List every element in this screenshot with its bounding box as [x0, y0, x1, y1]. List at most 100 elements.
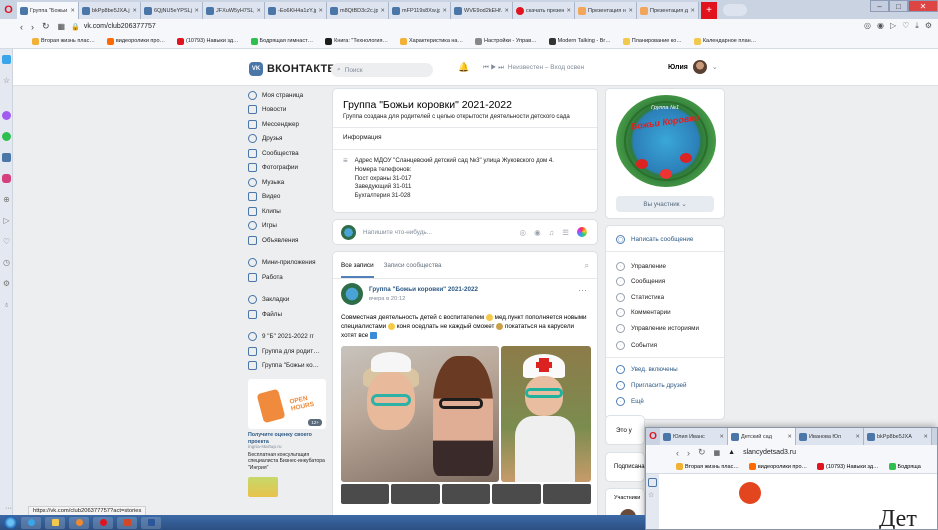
browser-tab[interactable]: 6QjNU5eYPSLjp…✕	[141, 2, 203, 19]
vk-search-input[interactable]: ⌕ Поиск	[331, 63, 433, 77]
play-icon[interactable]: ▷	[890, 21, 896, 31]
write-message-button[interactable]: ◯ Написать сообщение	[616, 235, 693, 244]
browser-tab[interactable]: bkPp8be5JXA ✕	[864, 428, 932, 445]
browser-tab[interactable]: Презентация на ✕	[575, 2, 637, 19]
browser-tab[interactable]: Детский сад ✕	[728, 428, 796, 445]
sidebar-item[interactable]: Друзья	[248, 132, 330, 147]
extensions-icon[interactable]: ⚙	[925, 21, 932, 31]
close-tab-icon[interactable]: ✕	[442, 8, 447, 14]
bookmark-item[interactable]: Вторая жизнь плас…	[676, 463, 739, 470]
bookmark-item[interactable]: Характеристика на…	[399, 37, 463, 45]
sidebar-item[interactable]: Закладки	[248, 293, 330, 308]
post-composer[interactable]: Напишите что-нибудь... ◎ ◉ ♫ ☰	[332, 219, 598, 245]
close-window-icon[interactable]: ✕	[908, 0, 938, 12]
flow-sidebar-icon[interactable]: ▷	[0, 210, 13, 231]
opera-menu-icon[interactable]: O	[646, 428, 660, 445]
bookmark-item[interactable]: видеоролики про…	[748, 463, 807, 470]
sidebar-item[interactable]: Клипы	[248, 204, 330, 219]
browser-tab[interactable]: Юлия Иванс ✕	[660, 428, 728, 445]
taskbar-word-icon[interactable]	[141, 516, 161, 529]
poster-icon[interactable]	[577, 227, 587, 237]
tab-all-posts[interactable]: Все записи	[341, 262, 374, 278]
sidebar-item[interactable]: Мессенджер	[248, 117, 330, 132]
settings-sidebar-icon[interactable]: ⚙	[0, 273, 13, 294]
photo-thumb[interactable]	[441, 484, 491, 504]
bookmark-item[interactable]: Бодряща	[888, 463, 921, 470]
camera-icon[interactable]: ◎	[864, 21, 871, 31]
reload-icon[interactable]: ↻	[698, 447, 706, 458]
back-icon[interactable]: ‹	[676, 448, 679, 458]
action-item[interactable]: · События	[616, 341, 657, 350]
start-button[interactable]	[4, 516, 17, 529]
sidebar-item[interactable]: 9 "Б" 2021-2022 гг	[248, 330, 330, 345]
vk-sidebar-icon[interactable]	[0, 147, 13, 168]
sidebar-ad[interactable]: OPEN HOURS 12+ Получите оценку своего пр…	[248, 379, 326, 471]
close-tab-icon[interactable]: ✕	[923, 434, 928, 440]
post-time[interactable]: вчера в 20:12	[369, 296, 405, 302]
history-icon[interactable]: ◷	[0, 252, 13, 273]
more-icon[interactable]: ···	[5, 505, 12, 512]
maximize-icon[interactable]: □	[889, 0, 908, 12]
forward-icon[interactable]: ›	[31, 22, 34, 32]
speed-dial-sidebar-icon[interactable]	[0, 49, 13, 70]
prev-track-icon[interactable]: ⏮	[483, 64, 489, 71]
action-item[interactable]: · Ещё	[616, 397, 644, 406]
play-track-icon[interactable]: ▶	[491, 64, 497, 71]
action-item[interactable]: · Сообщения	[616, 277, 665, 286]
photo-thumb[interactable]	[542, 484, 592, 504]
close-tab-icon[interactable]: ✕	[380, 8, 385, 14]
sidebar-item[interactable]: Видео	[248, 190, 330, 205]
bookmark-item[interactable]: видеоролики про…	[106, 37, 165, 45]
article-icon[interactable]: ☰	[562, 228, 569, 237]
post-author[interactable]: Группа "Божьи коровки" 2021-2022	[369, 286, 478, 293]
reload-icon[interactable]: ↻	[42, 21, 50, 32]
sidebar-item[interactable]: Группа для родит…	[248, 344, 330, 359]
minimize-icon[interactable]: –	[870, 0, 889, 12]
sidebar-item[interactable]: Объявления	[248, 233, 330, 248]
browser-tab[interactable]: -Eo6KH4a1zY.jpg✕	[265, 2, 327, 19]
lock-icon[interactable]: 🔒	[71, 23, 80, 31]
post-more-icon[interactable]: ···	[578, 285, 587, 295]
bookmark-item[interactable]: Книга: "Технология…	[325, 37, 388, 45]
next-track-icon[interactable]: ⏭	[498, 64, 504, 71]
members-label[interactable]: Участники	[614, 495, 640, 501]
action-item[interactable]: · Статистика	[616, 293, 664, 302]
close-tab-icon[interactable]: ✕	[132, 8, 137, 14]
video-icon[interactable]: ◉	[534, 228, 541, 237]
music-icon[interactable]: ♫	[549, 228, 555, 237]
member-button[interactable]: Вы участник ⌄	[616, 196, 714, 212]
new-tab-button[interactable]: +	[701, 2, 717, 19]
photo-thumb[interactable]	[341, 484, 390, 504]
taskbar-powerpoint-icon[interactable]	[117, 516, 137, 529]
post-input[interactable]: Напишите что-нибудь...	[363, 229, 432, 236]
action-item[interactable]: · Комментарии	[616, 308, 671, 317]
close-tab-icon[interactable]: ✕	[628, 8, 633, 14]
post-photo-1[interactable]	[341, 346, 499, 482]
user-menu[interactable]: Юлия ⌄	[668, 60, 718, 74]
heart-icon[interactable]: ♡	[902, 21, 909, 31]
sidebar-item[interactable]: Музыка	[248, 175, 330, 190]
sidebar-item[interactable]: Мини-приложения	[248, 256, 330, 271]
action-item[interactable]: · Управление историями	[616, 324, 699, 333]
whatsapp-sidebar-icon[interactable]	[0, 126, 13, 147]
close-tab-icon[interactable]: ✕	[566, 8, 571, 14]
pin-sidebar-icon[interactable]: ♁	[0, 294, 13, 315]
browser-tab[interactable]: Иванова Юл ✕	[796, 428, 864, 445]
followers-label[interactable]: Подписана	[614, 464, 645, 470]
sidebar-item[interactable]: Моя страница	[248, 88, 330, 103]
close-tab-icon[interactable]: ✕	[719, 434, 724, 440]
vk-logo[interactable]: VK ВКОНТАКТЕ	[249, 62, 335, 76]
close-tab-icon[interactable]: ✕	[70, 8, 75, 14]
sidebar-ad-2-image[interactable]	[248, 477, 278, 498]
sidebar-item[interactable]: Новости	[248, 103, 330, 118]
sidebar-item[interactable]: Сообщества	[248, 146, 330, 161]
taskbar-media-icon[interactable]	[69, 516, 89, 529]
speed-dial-icon[interactable]: ▦	[58, 22, 66, 31]
download-icon[interactable]: ⤓	[915, 21, 919, 31]
sidebar-item[interactable]: Файлы	[248, 307, 330, 322]
history-heart-icon[interactable]: ♡	[0, 231, 13, 252]
taskbar-opera-icon[interactable]	[93, 516, 113, 529]
bookmark-item[interactable]: Вторая жизнь плас…	[32, 37, 95, 45]
browser-tab[interactable]: скачать презент…✕	[513, 2, 575, 19]
close-tab-icon[interactable]: ✕	[855, 434, 860, 440]
